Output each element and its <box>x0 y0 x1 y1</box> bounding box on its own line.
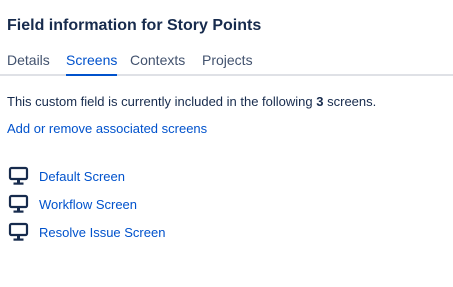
description-suffix: screens. <box>323 94 377 109</box>
description-prefix: This custom field is currently included … <box>7 94 317 109</box>
screen-link-workflow[interactable]: Workflow Screen <box>39 197 137 212</box>
tab-bar: Details Screens Contexts Projects <box>0 50 453 76</box>
screens-description: This custom field is currently included … <box>7 94 376 109</box>
list-item: Default Screen <box>8 162 165 190</box>
monitor-icon <box>8 222 29 241</box>
tab-contexts[interactable]: Contexts <box>130 52 185 68</box>
monitor-icon <box>8 194 29 213</box>
screen-link-default[interactable]: Default Screen <box>39 169 125 184</box>
add-remove-screens-link[interactable]: Add or remove associated screens <box>7 121 207 136</box>
screen-list: Default Screen Workflow Screen Resolve I… <box>8 162 165 246</box>
tab-projects[interactable]: Projects <box>202 52 253 68</box>
page-title: Field information for Story Points <box>7 17 262 34</box>
screen-link-resolve-issue[interactable]: Resolve Issue Screen <box>39 225 165 240</box>
list-item: Resolve Issue Screen <box>8 218 165 246</box>
tab-details[interactable]: Details <box>7 52 50 68</box>
list-item: Workflow Screen <box>8 190 165 218</box>
tab-screens[interactable]: Screens <box>66 52 118 76</box>
field-information-page: Field information for Story Points Detai… <box>0 0 453 287</box>
monitor-icon <box>8 166 29 185</box>
screen-count: 3 <box>316 94 324 109</box>
